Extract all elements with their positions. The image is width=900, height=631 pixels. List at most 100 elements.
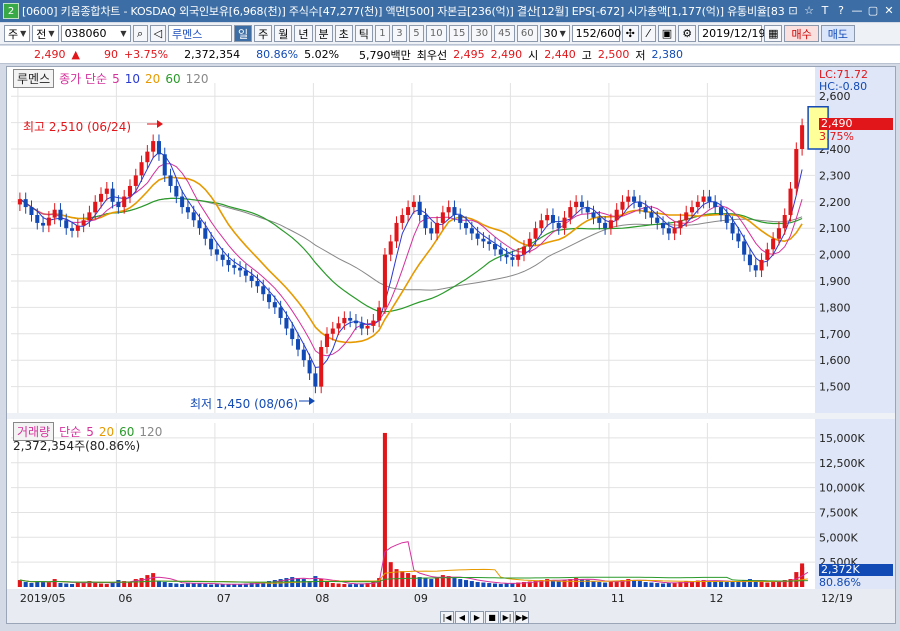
- candle-body: [446, 207, 451, 213]
- period-select[interactable]: 주 ▼: [4, 25, 31, 42]
- candle-body: [139, 162, 144, 176]
- candle-body: [17, 199, 22, 205]
- candle-body: [278, 307, 283, 318]
- favorite-icon[interactable]: ☆: [802, 4, 816, 18]
- interval-45[interactable]: 45: [494, 25, 515, 42]
- search-icon[interactable]: ⌕: [132, 25, 148, 42]
- chevron-down-icon: ▼: [120, 29, 127, 38]
- candle-body: [765, 249, 770, 260]
- change-pct-value: +3.75%: [123, 48, 169, 61]
- volume-bar: [41, 582, 46, 587]
- count-total: /600: [596, 27, 622, 40]
- chart-area[interactable]: 1,500 1,600 1,700 1,800 1,900 2,000 2,100 2,200…: [6, 66, 896, 624]
- price-panel-name[interactable]: 루멘스: [13, 69, 55, 88]
- candle-body: [145, 151, 150, 163]
- first-icon[interactable]: |◀: [440, 611, 454, 624]
- volume-bar: [666, 583, 671, 587]
- turnover-value: 5.02%: [304, 48, 340, 61]
- tab-week[interactable]: 주: [254, 25, 273, 42]
- tab-month[interactable]: 월: [274, 25, 293, 42]
- calendar-icon[interactable]: ▦: [764, 25, 783, 42]
- last-icon[interactable]: ▶▶: [515, 611, 529, 624]
- x-tick-label: 10: [512, 592, 526, 605]
- range-select[interactable]: 전 ▼: [32, 25, 59, 42]
- maximize-icon[interactable]: ▢: [866, 4, 880, 18]
- interval-10[interactable]: 10: [425, 25, 447, 42]
- volume-bar: [382, 432, 387, 587]
- prev-icon[interactable]: ◀: [455, 611, 469, 624]
- ma10-line: [19, 163, 803, 357]
- chart-type-icon[interactable]: ✣: [621, 25, 639, 42]
- candle-body: [527, 238, 532, 247]
- minimize-icon[interactable]: —: [850, 4, 864, 18]
- candle-body: [168, 175, 173, 186]
- best-ask-label: 최우선: [416, 48, 448, 62]
- candle-body: [406, 207, 411, 215]
- window-controls: ⊡ ☆ T ? — ▢ ✕: [786, 4, 900, 18]
- volume-bar: [730, 582, 735, 587]
- interval-select[interactable]: 30 ▼: [539, 25, 570, 42]
- x-tick-label: 08: [315, 592, 329, 605]
- candle-body: [423, 215, 428, 229]
- volume-bar: [336, 583, 341, 587]
- candle-body: [429, 228, 434, 234]
- date-input[interactable]: 2019/12/19: [698, 25, 765, 42]
- candle-body: [776, 228, 781, 239]
- candle-body: [197, 220, 202, 229]
- save-icon[interactable]: ▣: [657, 25, 677, 42]
- candle-body: [46, 217, 51, 226]
- close-icon[interactable]: ✕: [882, 4, 896, 18]
- volume-tick-label: 7,500K: [819, 506, 858, 519]
- interval-60[interactable]: 60: [516, 25, 538, 42]
- candle-body: [440, 212, 445, 223]
- next-icon[interactable]: ▶|: [500, 611, 514, 624]
- volume-bar: [342, 584, 347, 587]
- candle-body: [649, 212, 654, 218]
- volume-bar: [643, 582, 648, 587]
- chart-canvas[interactable]: 1,500 1,600 1,700 1,800 1,900 2,000 2,100 2,200…: [7, 67, 895, 623]
- candle-body: [782, 215, 787, 229]
- stock-name-field[interactable]: 루멘스: [168, 25, 233, 42]
- volume-bar: [492, 583, 498, 587]
- tab-second[interactable]: 초: [334, 25, 353, 42]
- volume-bar: [435, 577, 440, 587]
- candle-body: [151, 141, 156, 152]
- count-input[interactable]: 152/600: [571, 25, 622, 42]
- candle-body: [185, 207, 190, 213]
- volume-bar: [429, 579, 434, 587]
- tab-day[interactable]: 일: [234, 25, 253, 42]
- help-icon[interactable]: ?: [834, 4, 848, 18]
- tab-minute[interactable]: 분: [314, 25, 333, 42]
- interval-5[interactable]: 5: [408, 25, 424, 42]
- indicator-icon[interactable]: ⁄: [640, 25, 656, 42]
- candle-body: [464, 222, 469, 229]
- tab-year[interactable]: 년: [294, 25, 313, 42]
- tab-tick[interactable]: 틱: [354, 25, 373, 42]
- pin-icon[interactable]: ⊡: [786, 4, 800, 18]
- volume-bar: [104, 584, 109, 587]
- stock-code-input[interactable]: 038060 ▼: [60, 25, 131, 42]
- interval-3[interactable]: 3: [391, 25, 407, 42]
- sell-button[interactable]: 매도: [820, 25, 855, 42]
- best-ask-value: 2,495: [453, 48, 485, 61]
- open-label: 시: [528, 48, 539, 62]
- interval-30[interactable]: 30: [471, 25, 493, 42]
- interval-1[interactable]: 1: [374, 25, 390, 42]
- candle-body: [87, 212, 92, 221]
- font-icon[interactable]: T: [818, 4, 832, 18]
- price-legend: 루멘스 종가 단순 5 10 20 60 120: [13, 69, 209, 88]
- play-icon[interactable]: ▶: [470, 611, 484, 624]
- amount-value: 5,790백만: [359, 48, 411, 62]
- candle-body: [52, 209, 57, 218]
- candle-body: [742, 241, 747, 255]
- interval-15[interactable]: 15: [448, 25, 470, 42]
- candle-body: [116, 201, 121, 208]
- settings-icon[interactable]: ⚙: [678, 25, 697, 42]
- candle-body: [695, 201, 700, 208]
- stop-icon[interactable]: ■: [485, 611, 499, 624]
- sound-icon[interactable]: ◁: [149, 25, 167, 42]
- buy-button[interactable]: 매수: [784, 25, 819, 42]
- volume-bar: [423, 578, 428, 587]
- low-arrow-icon: [309, 397, 315, 405]
- candle-body: [614, 209, 619, 221]
